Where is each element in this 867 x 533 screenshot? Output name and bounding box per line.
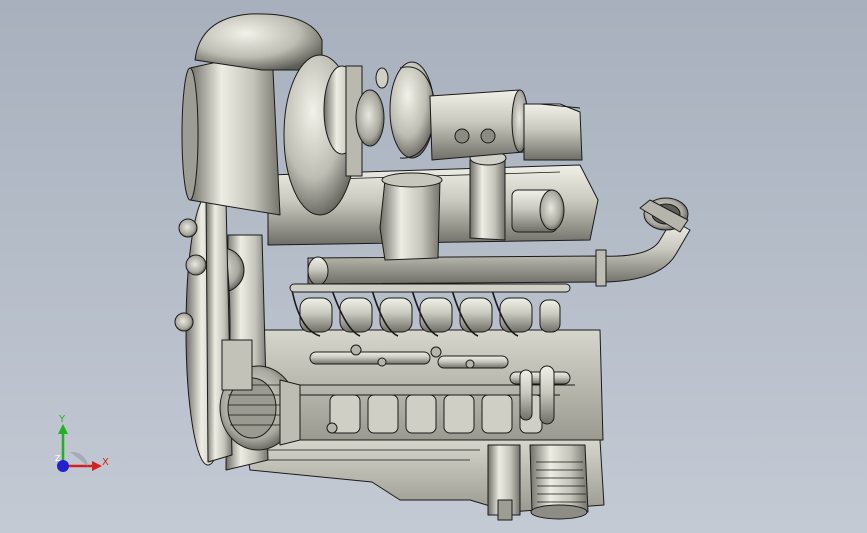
- z-axis-label: Z: [55, 454, 61, 463]
- turbo-outlet: [429, 89, 525, 161]
- air-intake-cone: [189, 49, 281, 216]
- turbine-scroll: [389, 61, 435, 159]
- engine-3d-model[interactable]: [0, 0, 867, 533]
- graphics-viewport[interactable]: Y X Z: [0, 0, 867, 533]
- turbo-housing-top: [194, 13, 323, 71]
- coordinate-triad: Y X Z: [50, 412, 120, 482]
- coil-packs: [299, 297, 561, 333]
- throttle-body: [469, 159, 506, 241]
- x-axis-label: X: [102, 457, 109, 468]
- charge-pipe: [379, 179, 441, 261]
- y-axis-label: Y: [59, 414, 66, 425]
